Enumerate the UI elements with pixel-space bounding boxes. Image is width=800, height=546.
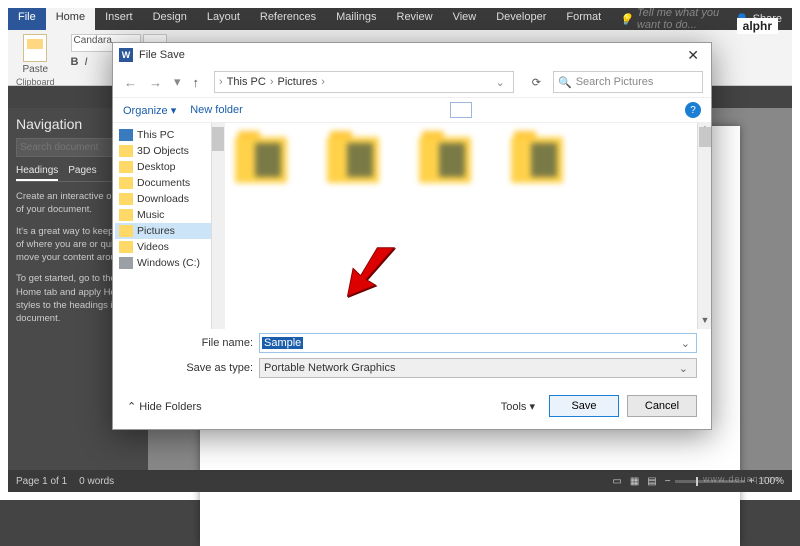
clipboard-icon: [23, 34, 47, 62]
crumb-this-pc[interactable]: This PC: [225, 76, 268, 88]
status-bar: Page 1 of 1 0 words ▭ ▦ ▤ − + 100%: [8, 470, 792, 492]
paste-button[interactable]: Paste: [16, 34, 55, 75]
filename-value: Sample: [262, 337, 303, 349]
folder-icon: [119, 161, 133, 173]
search-input[interactable]: 🔍 Search Pictures: [553, 71, 703, 93]
clipboard-group-label: Clipboard: [16, 77, 55, 87]
view-web-icon[interactable]: ▤: [647, 476, 656, 487]
tab-developer[interactable]: Developer: [486, 8, 556, 30]
nav-recent-icon[interactable]: ▾: [171, 74, 184, 90]
tree-music[interactable]: Music: [115, 207, 223, 223]
status-words[interactable]: 0 words: [79, 476, 114, 487]
pc-icon: [119, 129, 133, 141]
tell-me-search[interactable]: 💡 Tell me what you want to do...: [611, 8, 725, 30]
folder-icon: [119, 241, 133, 253]
nav-forward-icon[interactable]: →: [146, 75, 165, 90]
savetype-value: Portable Network Graphics: [264, 362, 395, 374]
folder-item[interactable]: [511, 137, 563, 183]
tree-3d-objects[interactable]: 3D Objects: [115, 143, 223, 159]
folder-tree: This PC 3D Objects Desktop Documents Dow…: [113, 123, 225, 329]
tab-mailings[interactable]: Mailings: [326, 8, 386, 30]
chevron-right-icon: ›: [219, 76, 223, 88]
dialog-title: File Save: [139, 49, 185, 61]
cancel-button[interactable]: Cancel: [627, 395, 697, 417]
tree-windows-c[interactable]: Windows (C:): [115, 255, 223, 271]
search-placeholder: Search Pictures: [576, 76, 654, 88]
zoom-out-icon[interactable]: −: [665, 476, 671, 487]
nav-back-icon[interactable]: ←: [121, 75, 140, 90]
tree-scrollbar[interactable]: [211, 123, 225, 329]
word-icon: W: [119, 48, 133, 62]
tab-insert[interactable]: Insert: [95, 8, 143, 30]
tab-references[interactable]: References: [250, 8, 326, 30]
file-save-dialog: W File Save ✕ ← → ▾ ↑ › This PC › Pictur…: [112, 42, 712, 430]
view-print-icon[interactable]: ▦: [630, 476, 639, 487]
search-icon: 🔍: [558, 76, 572, 89]
savetype-select[interactable]: Portable Network Graphics ⌄: [259, 358, 697, 378]
tab-format[interactable]: Format: [556, 8, 611, 30]
brand-logo: alphr: [737, 18, 778, 34]
tab-review[interactable]: Review: [387, 8, 443, 30]
watermark: www.deuaq.com: [703, 474, 782, 484]
folder-item[interactable]: [235, 137, 287, 183]
tree-videos[interactable]: Videos: [115, 239, 223, 255]
tab-file[interactable]: File: [8, 8, 46, 30]
folder-icon: [119, 193, 133, 205]
tab-home[interactable]: Home: [46, 8, 95, 30]
savetype-dropdown-icon[interactable]: ⌄: [675, 362, 692, 375]
folder-item[interactable]: [327, 137, 379, 183]
filename-input[interactable]: Sample ⌄: [259, 333, 697, 353]
paste-label: Paste: [22, 64, 48, 75]
status-page[interactable]: Page 1 of 1: [16, 476, 67, 487]
tab-layout[interactable]: Layout: [197, 8, 250, 30]
filename-label: File name:: [173, 337, 253, 349]
chevron-right-icon: ›: [270, 76, 274, 88]
tell-me-placeholder: Tell me what you want to do...: [637, 7, 725, 31]
crumb-pictures[interactable]: Pictures: [276, 76, 320, 88]
folder-icon: [119, 209, 133, 221]
tree-pictures[interactable]: Pictures: [115, 223, 223, 239]
tree-desktop[interactable]: Desktop: [115, 159, 223, 175]
tree-downloads[interactable]: Downloads: [115, 191, 223, 207]
folder-item[interactable]: [419, 137, 471, 183]
tools-menu[interactable]: Tools ▾: [495, 400, 541, 413]
close-icon[interactable]: ✕: [681, 47, 705, 64]
italic-button[interactable]: I: [84, 56, 87, 68]
scroll-down-icon[interactable]: ▼: [698, 315, 712, 329]
nav-tab-headings[interactable]: Headings: [16, 165, 58, 181]
nav-tab-pages[interactable]: Pages: [68, 165, 96, 181]
file-list[interactable]: [225, 123, 697, 329]
refresh-icon[interactable]: ⟳: [526, 76, 547, 89]
hide-folders-toggle[interactable]: ⌃ Hide Folders: [127, 400, 202, 413]
save-button[interactable]: Save: [549, 395, 619, 417]
bold-button[interactable]: B: [71, 56, 79, 68]
folder-icon: [119, 225, 133, 237]
file-scrollbar[interactable]: ▲ ▼: [697, 123, 711, 329]
tab-design[interactable]: Design: [143, 8, 197, 30]
address-dropdown-icon[interactable]: ⌄: [492, 76, 509, 89]
tab-view[interactable]: View: [443, 8, 487, 30]
organize-menu[interactable]: Organize ▾: [123, 104, 176, 117]
help-icon[interactable]: ?: [685, 102, 701, 118]
drive-icon: [119, 257, 133, 269]
folder-icon: [119, 177, 133, 189]
ribbon-tabs: File Home Insert Design Layout Reference…: [8, 8, 792, 30]
chevron-right-icon: ›: [321, 76, 325, 88]
tree-documents[interactable]: Documents: [115, 175, 223, 191]
address-bar[interactable]: › This PC › Pictures › ⌄: [214, 71, 514, 93]
nav-up-icon[interactable]: ↑: [190, 75, 203, 90]
folder-icon: [119, 145, 133, 157]
filename-dropdown-icon[interactable]: ⌄: [677, 337, 694, 350]
view-read-icon[interactable]: ▭: [612, 476, 621, 487]
view-options-icon[interactable]: [450, 102, 472, 118]
new-folder-button[interactable]: New folder: [190, 104, 243, 116]
savetype-label: Save as type:: [173, 362, 253, 374]
tree-this-pc[interactable]: This PC: [115, 127, 223, 143]
